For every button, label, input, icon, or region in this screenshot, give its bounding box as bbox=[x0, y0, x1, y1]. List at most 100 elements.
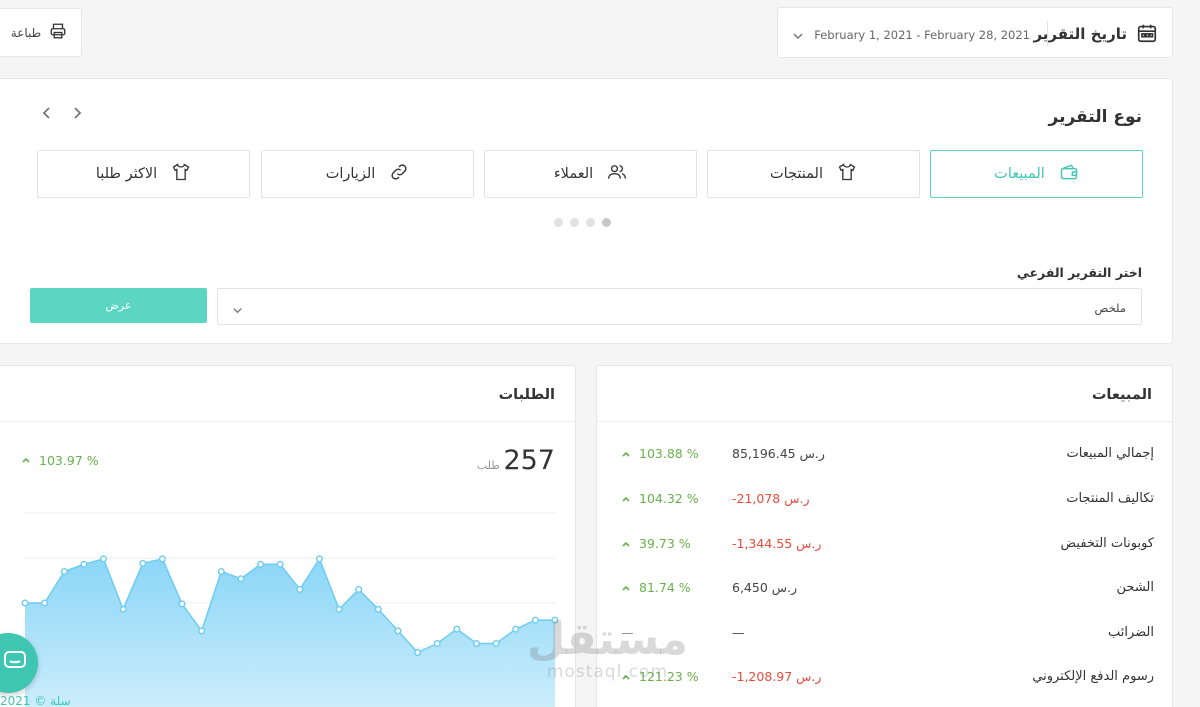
footer-copyright: سلة © 2021 bbox=[0, 694, 71, 707]
show-button[interactable]: عرض bbox=[30, 288, 207, 323]
print-label: طباعة bbox=[10, 25, 42, 40]
sales-title: المبيعات bbox=[1091, 387, 1152, 403]
sales-header: المبيعات bbox=[597, 366, 1172, 422]
tab-label: المبيعات bbox=[994, 166, 1045, 182]
tab-sales[interactable]: المبيعات bbox=[930, 150, 1143, 198]
sales-row: إجمالي المبيعات 85,196.45 ر.س 103.88 % bbox=[597, 446, 1174, 466]
subreport-select[interactable]: ملخص bbox=[217, 288, 1142, 325]
chart-point[interactable] bbox=[296, 585, 304, 593]
sales-row-change: 81.74 % bbox=[621, 580, 691, 595]
sales-row-change: — bbox=[621, 625, 634, 640]
sales-row-name: كوبونات التخفيض bbox=[1060, 536, 1154, 551]
tab-label: المنتجات bbox=[769, 166, 823, 182]
chart-point[interactable] bbox=[198, 627, 206, 635]
chart-point[interactable] bbox=[257, 560, 265, 568]
carousel-dot-active[interactable] bbox=[602, 218, 611, 227]
orders-chart bbox=[21, 512, 559, 707]
sales-row-amount: — bbox=[732, 625, 745, 640]
date-range-value[interactable]: February 1, 2021 - February 28, 2021 bbox=[814, 28, 1030, 42]
sales-row: الشحن 6,450 ر.س 81.74 % bbox=[597, 580, 1174, 600]
chevron-left-icon[interactable] bbox=[39, 105, 55, 121]
orders-change: 103.97 % bbox=[21, 453, 99, 468]
tab-visits[interactable]: الزيارات bbox=[261, 150, 474, 198]
chevron-up-icon bbox=[622, 496, 630, 502]
chart-point[interactable] bbox=[119, 605, 127, 613]
chart-point[interactable] bbox=[158, 555, 166, 563]
chart-point[interactable] bbox=[453, 625, 461, 633]
tab-label: الاكثر طلبا bbox=[95, 166, 158, 182]
chat-icon bbox=[3, 650, 27, 676]
sales-row-amount: -21,078 ر.س bbox=[732, 491, 810, 506]
tab-most-ordered[interactable]: الاكثر طلبا bbox=[37, 150, 250, 198]
chart-area bbox=[25, 558, 555, 707]
sales-row-change-value: 81.74 % bbox=[639, 580, 691, 595]
orders-change-value: 103.97 % bbox=[39, 453, 99, 468]
chart-point[interactable] bbox=[178, 600, 186, 608]
chart-point[interactable] bbox=[60, 567, 68, 575]
orders-header: الطلبات bbox=[0, 366, 575, 422]
chart-point[interactable] bbox=[100, 555, 108, 563]
sales-row: كوبونات التخفيض -1,344.55 ر.س 39.73 % bbox=[597, 536, 1174, 556]
chart-point[interactable] bbox=[217, 567, 225, 575]
chevron-up-icon bbox=[622, 674, 630, 680]
subreport-label: اختر التقرير الفرعي bbox=[1016, 265, 1142, 280]
chevron-down-icon bbox=[232, 301, 243, 314]
sales-row-change-value: — bbox=[621, 625, 634, 640]
carousel-dot[interactable] bbox=[570, 218, 579, 227]
chart-point[interactable] bbox=[335, 605, 343, 613]
print-button[interactable]: طباعة bbox=[0, 8, 82, 57]
tab-label: الزيارات bbox=[325, 166, 376, 182]
tab-customers[interactable]: العملاء bbox=[484, 150, 697, 198]
chart-point[interactable] bbox=[472, 639, 480, 647]
tab-products[interactable]: المنتجات bbox=[707, 150, 920, 198]
chart-point[interactable] bbox=[374, 605, 382, 613]
subreport-value: ملخص bbox=[1094, 301, 1126, 315]
chart-point[interactable] bbox=[512, 625, 520, 633]
chevron-down-icon[interactable] bbox=[792, 27, 804, 40]
sales-row-name: رسوم الدفع الإلكتروني bbox=[1032, 669, 1154, 684]
tshirt-icon bbox=[837, 162, 857, 186]
chart-point[interactable] bbox=[531, 616, 539, 624]
chart-point[interactable] bbox=[315, 555, 323, 563]
chart-point[interactable] bbox=[80, 560, 88, 568]
sales-row-change-value: 121.23 % bbox=[639, 669, 699, 684]
chart-point[interactable] bbox=[276, 560, 284, 568]
report-date-picker[interactable]: تاريخ التقرير February 1, 2021 - Februar… bbox=[777, 7, 1173, 58]
sales-panel: المبيعات إجمالي المبيعات 85,196.45 ر.س 1… bbox=[596, 365, 1173, 707]
orders-count: 257 bbox=[503, 445, 555, 476]
orders-unit: طلب bbox=[476, 459, 500, 472]
sales-row-name: الشحن bbox=[1116, 580, 1154, 595]
chart-point[interactable] bbox=[433, 639, 441, 647]
divider bbox=[1047, 21, 1048, 46]
chart-point[interactable] bbox=[414, 648, 422, 656]
sales-row-amount: -1,208.97 ر.س bbox=[732, 669, 822, 684]
sales-row: الضرائب — — bbox=[597, 625, 1174, 645]
printer-icon bbox=[49, 22, 67, 43]
wallet-icon bbox=[1059, 162, 1079, 186]
carousel-dot[interactable] bbox=[586, 218, 595, 227]
sales-row-change-value: 103.88 % bbox=[639, 446, 699, 461]
chart-point[interactable] bbox=[492, 639, 500, 647]
chevron-up-icon bbox=[622, 585, 630, 591]
sales-row-name: تكاليف المنتجات bbox=[1066, 491, 1154, 506]
chart-point[interactable] bbox=[41, 599, 49, 607]
calendar-icon bbox=[1136, 22, 1158, 44]
sales-row: تكاليف المنتجات -21,078 ر.س 104.32 % bbox=[597, 491, 1174, 511]
carousel-dot[interactable] bbox=[554, 218, 563, 227]
report-type-panel: نوع التقرير المبيعات المنتجات العملاء ال… bbox=[0, 78, 1173, 344]
chart-point[interactable] bbox=[139, 559, 147, 567]
sales-row-change-value: 39.73 % bbox=[639, 536, 691, 551]
chart-point[interactable] bbox=[21, 599, 29, 607]
chevron-right-icon[interactable] bbox=[69, 105, 85, 121]
sales-row-amount: 85,196.45 ر.س bbox=[732, 446, 825, 461]
chart-point[interactable] bbox=[237, 575, 245, 583]
chart-point[interactable] bbox=[394, 627, 402, 635]
sales-row-name: الضرائب bbox=[1107, 625, 1154, 640]
report-type-title: نوع التقرير bbox=[1048, 107, 1143, 127]
chart-point[interactable] bbox=[551, 616, 559, 624]
chevron-up-icon bbox=[622, 541, 630, 547]
chevron-up-icon bbox=[21, 453, 31, 468]
sales-row-change-value: 104.32 % bbox=[639, 491, 699, 506]
sales-row-change: 39.73 % bbox=[621, 536, 691, 551]
chart-point[interactable] bbox=[355, 585, 363, 593]
